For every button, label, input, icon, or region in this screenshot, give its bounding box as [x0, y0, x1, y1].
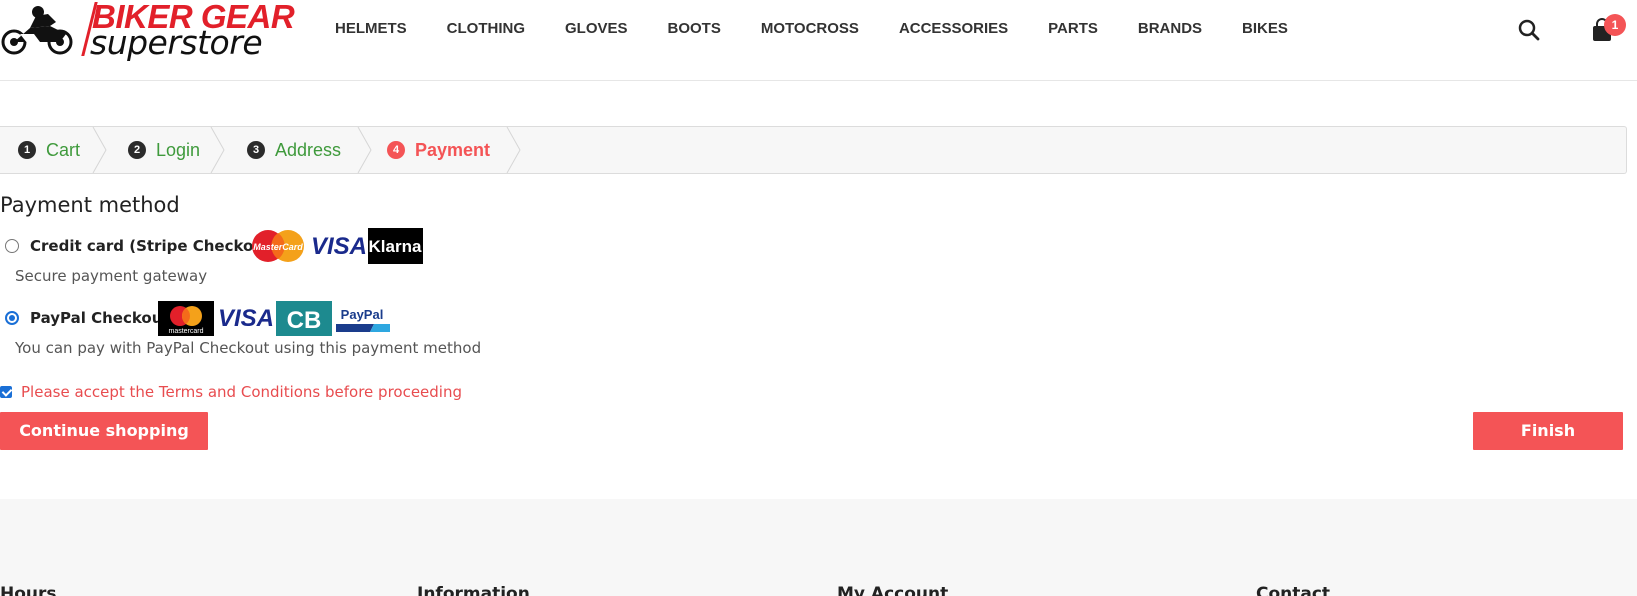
step-address[interactable]: 3 Address — [247, 127, 341, 173]
nav-item-brands[interactable]: BRANDS — [1138, 20, 1202, 37]
mastercard-logo-text: MasterCard — [253, 242, 303, 252]
mastercard-logo: MasterCard — [250, 229, 306, 268]
search-icon[interactable] — [1517, 18, 1541, 42]
cart-count-badge: 1 — [1604, 14, 1626, 36]
paypal-logo: PayPal — [334, 304, 390, 339]
checkout-steps: 1 Cart 2 Login 3 Address 4 Payment — [0, 126, 1627, 174]
step-cart[interactable]: 1 Cart — [18, 127, 80, 173]
step-number: 1 — [18, 141, 36, 159]
terms-notice[interactable]: Please accept the Terms and Conditions b… — [21, 383, 462, 401]
step-number: 2 — [128, 141, 146, 159]
site-header: BIKER GEAR superstore HELMETS CLOTHING G… — [0, 0, 1637, 81]
cb-logo-text: CB — [287, 307, 322, 334]
motorbike-rider-icon — [1, 6, 73, 55]
paypal-logo-text: PayPal — [341, 307, 384, 322]
step-separator — [210, 127, 225, 173]
step-number: 3 — [247, 141, 265, 159]
step-label: Payment — [415, 139, 491, 160]
main-nav: HELMETS CLOTHING GLOVES BOOTS MOTOCROSS … — [316, 20, 1328, 37]
step-login[interactable]: 2 Login — [128, 127, 200, 173]
nav-item-accessories[interactable]: ACCESSORIES — [899, 20, 1008, 37]
continue-shopping-button[interactable]: Continue shopping — [0, 412, 208, 450]
cb-logo: CB — [276, 301, 332, 341]
visa-logo-text: VISA — [218, 305, 274, 332]
step-separator — [357, 127, 372, 173]
visa-logo: VISA — [311, 232, 367, 265]
step-label: Login — [156, 139, 201, 160]
visa-logo: VISA — [218, 304, 274, 337]
site-logo[interactable]: BIKER GEAR superstore — [0, 0, 295, 62]
radio-paypal[interactable] — [5, 311, 19, 325]
credit-card-option-description: Secure payment gateway — [15, 267, 208, 285]
radio-credit-card[interactable] — [5, 239, 19, 253]
nav-item-bikes[interactable]: BIKES — [1242, 20, 1288, 37]
step-separator — [506, 127, 521, 173]
nav-item-motocross[interactable]: MOTOCROSS — [761, 20, 859, 37]
paypal-option-description: You can pay with PayPal Checkout using t… — [15, 339, 482, 357]
step-label: Cart — [46, 139, 81, 160]
paypal-option-label[interactable]: PayPal Checkout — [30, 309, 170, 327]
nav-item-helmets[interactable]: HELMETS — [335, 20, 407, 37]
nav-item-clothing[interactable]: CLOTHING — [447, 20, 525, 37]
step-separator — [92, 127, 107, 173]
finish-button[interactable]: Finish — [1473, 412, 1623, 450]
footer-heading-information: Information — [417, 584, 530, 596]
mastercard-logo: mastercard — [158, 301, 214, 341]
visa-logo-text: VISA — [311, 233, 367, 260]
footer-heading-contact: Contact — [1256, 584, 1331, 596]
step-label: Address — [275, 139, 342, 160]
credit-card-option-label[interactable]: Credit card (Stripe Checkout) — [30, 237, 278, 255]
nav-item-boots[interactable]: BOOTS — [668, 20, 721, 37]
nav-item-gloves[interactable]: GLOVES — [565, 20, 628, 37]
payment-method-title: Payment method — [0, 193, 180, 217]
footer-heading-my-account: My Account — [837, 584, 949, 596]
nav-item-parts[interactable]: PARTS — [1048, 20, 1098, 37]
klarna-logo: Klarna — [368, 228, 423, 269]
footer-heading-hours: Hours — [0, 584, 57, 596]
terms-checkbox[interactable] — [0, 386, 12, 398]
step-number: 4 — [387, 141, 405, 159]
step-payment: 4 Payment — [387, 127, 490, 173]
logo-text-bottom: superstore — [90, 23, 263, 62]
klarna-logo-text: Klarna — [369, 237, 422, 256]
site-footer — [0, 499, 1637, 596]
mastercard-logo-text: mastercard — [168, 328, 203, 335]
